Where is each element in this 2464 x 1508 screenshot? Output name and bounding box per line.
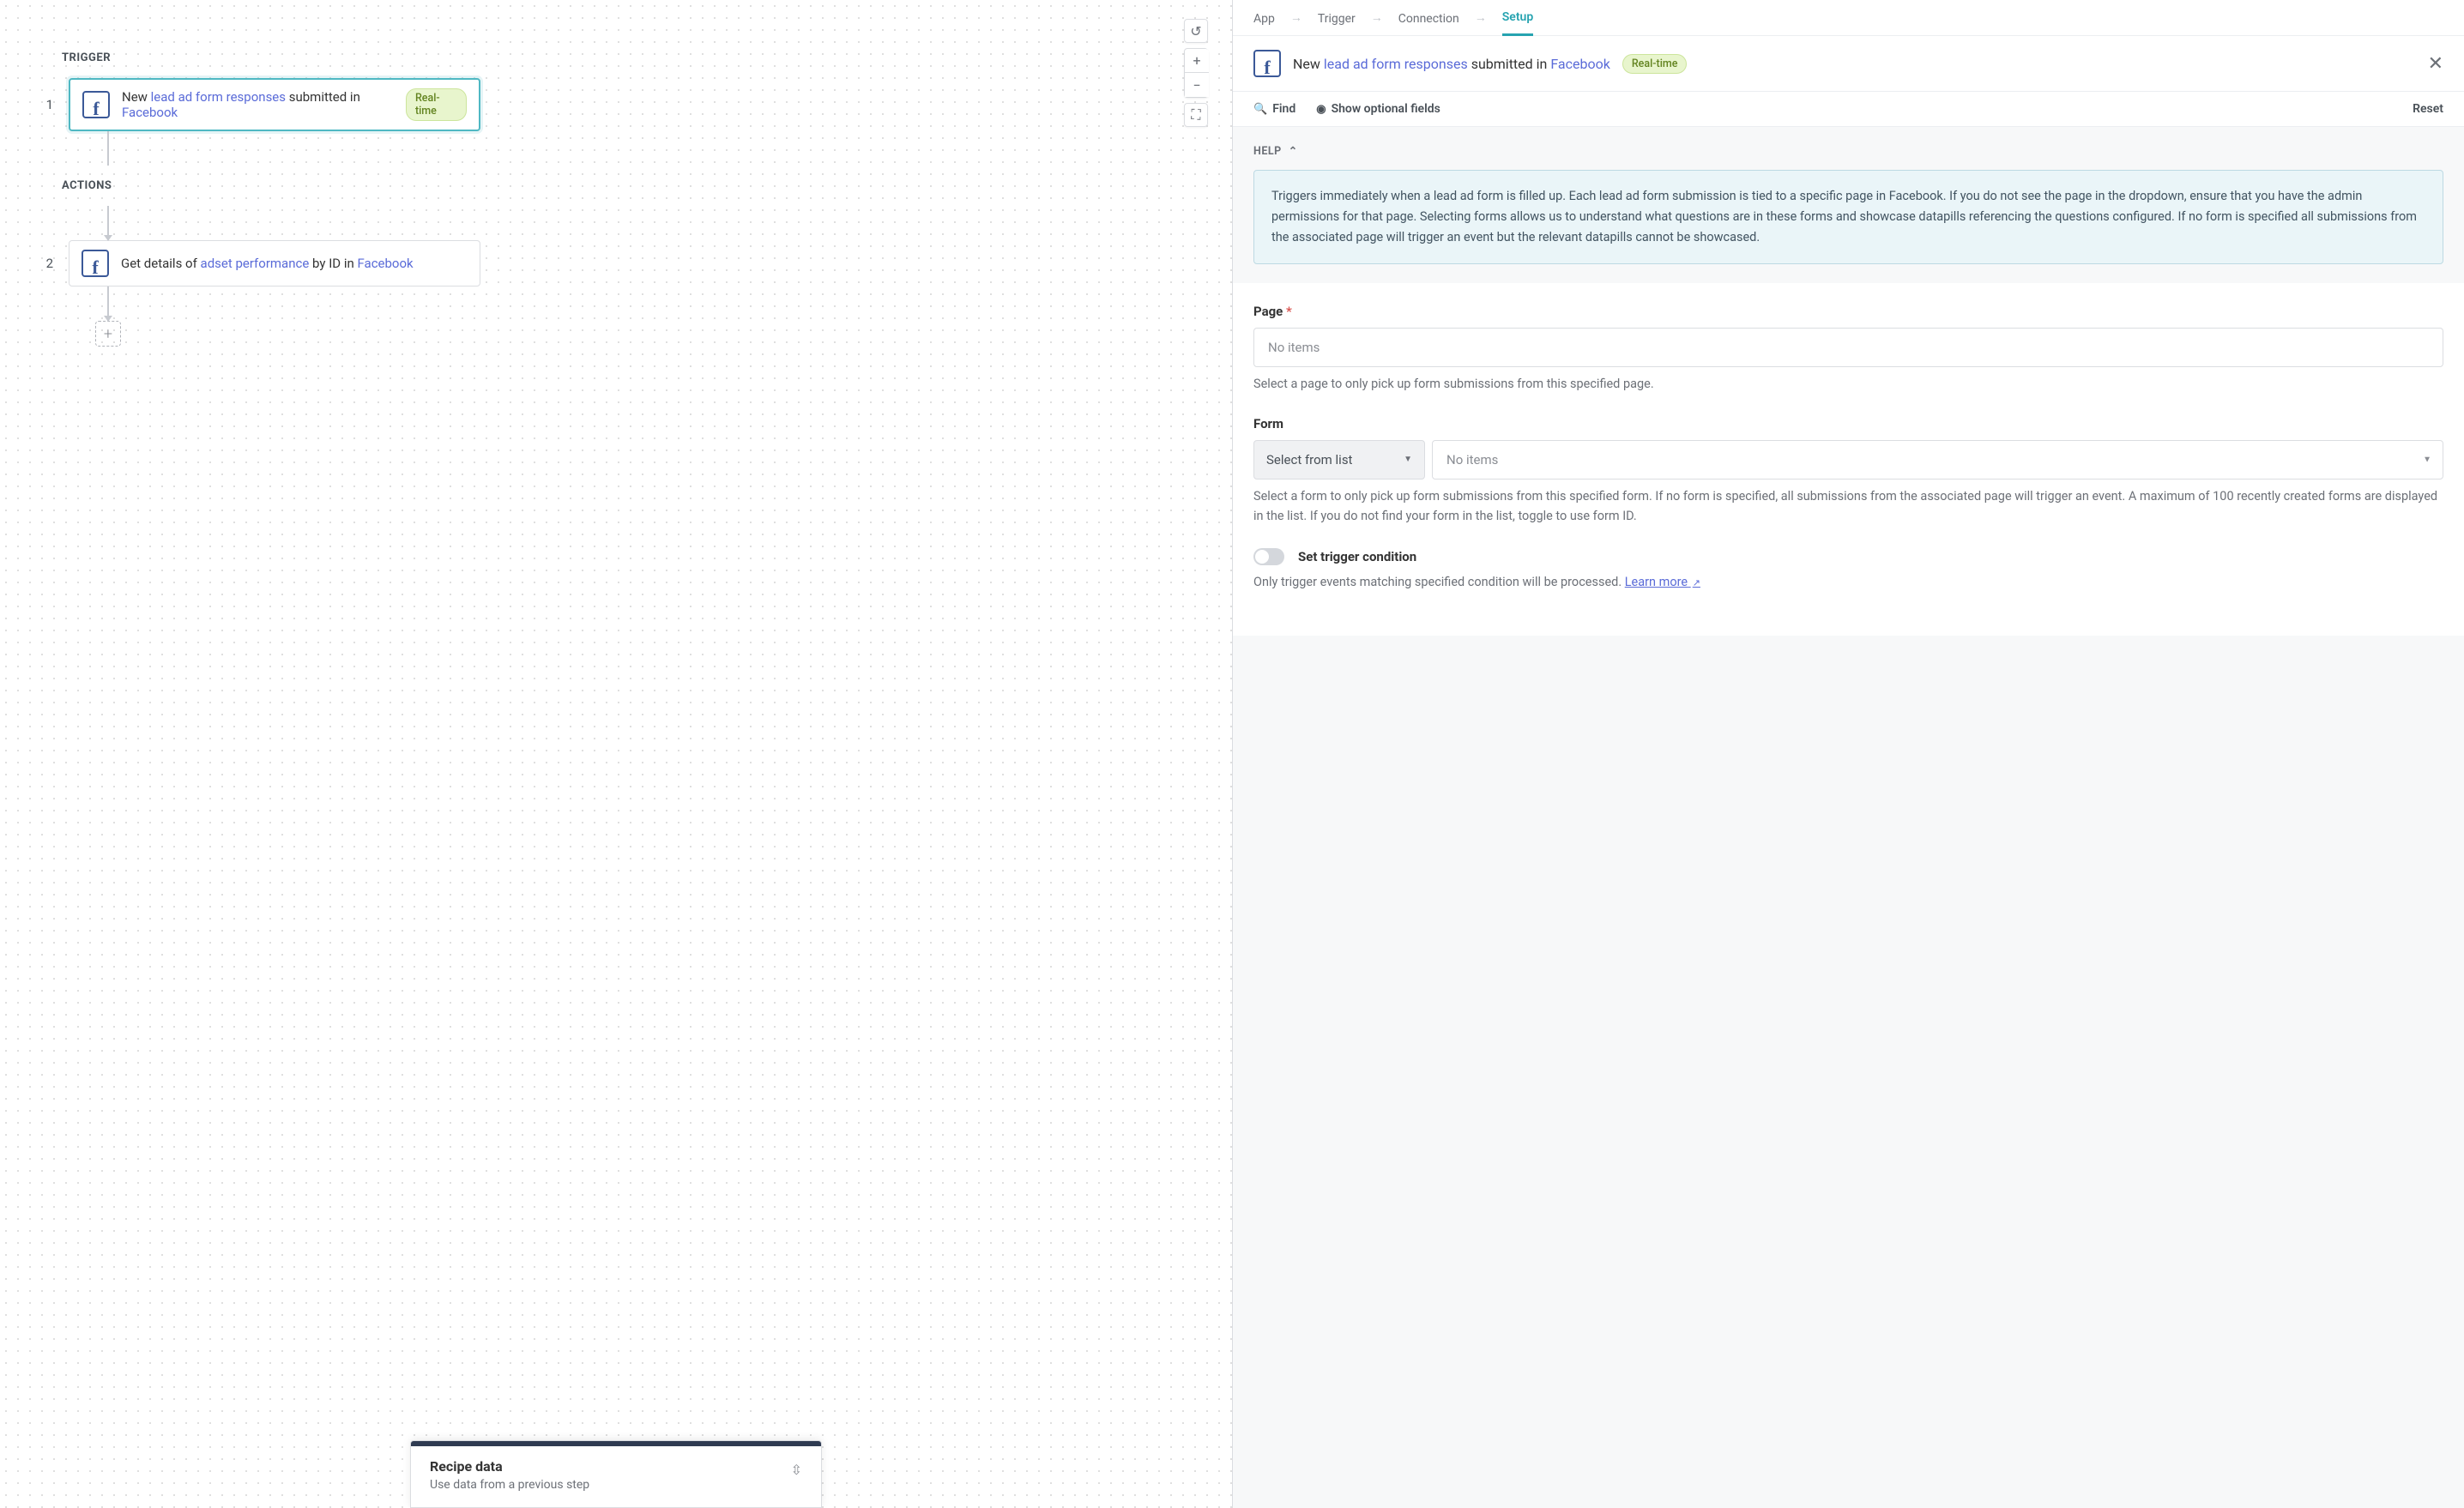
fit-screen-button[interactable]: ⛶ xyxy=(1184,103,1208,127)
tab-connection[interactable]: Connection xyxy=(1398,12,1459,35)
connector-arrow xyxy=(107,287,109,321)
recipe-data-title: Recipe data xyxy=(430,1458,589,1475)
arrow-icon: → xyxy=(1475,10,1487,25)
trigger-condition-toggle[interactable] xyxy=(1253,548,1284,565)
condition-help-text: Only trigger events matching specified c… xyxy=(1253,572,2443,592)
caret-down-icon: ▼ xyxy=(2423,455,2431,464)
form-dropdown[interactable]: No items xyxy=(1432,440,2443,480)
find-button[interactable]: 🔍 Find xyxy=(1253,102,1295,116)
external-link-icon: ↗ xyxy=(1693,577,1700,588)
breadcrumb-tabs: App → Trigger → Connection → Setup xyxy=(1233,0,2464,36)
caret-down-icon: ▼ xyxy=(1404,455,1412,464)
form-help-text: Select a form to only pick up form submi… xyxy=(1253,486,2443,526)
action-step-text: Get details of adset performance by ID i… xyxy=(121,256,414,271)
recipe-canvas: TRIGGER 1 f New lead ad form responses s… xyxy=(0,0,1232,1508)
arrow-icon: → xyxy=(1290,10,1302,25)
eye-icon: ◉ xyxy=(1316,103,1326,116)
trigger-condition-label: Set trigger condition xyxy=(1298,549,1416,564)
undo-icon: ↺ xyxy=(1190,23,1201,39)
actions-section-label: ACTIONS xyxy=(62,179,1189,192)
minus-icon: − xyxy=(1193,77,1200,93)
tab-trigger[interactable]: Trigger xyxy=(1318,12,1356,35)
realtime-badge: Real-time xyxy=(1622,54,1688,74)
help-text: Triggers immediately when a lead ad form… xyxy=(1253,170,2443,264)
form-field-label: Form xyxy=(1253,416,2443,431)
trigger-step-card[interactable]: f New lead ad form responses submitted i… xyxy=(69,78,480,131)
chevron-up-icon: ⌃ xyxy=(1289,144,1298,158)
plus-icon: + xyxy=(1193,52,1200,69)
arrow-icon: → xyxy=(1371,10,1383,25)
tab-app[interactable]: App xyxy=(1253,12,1275,35)
recipe-data-panel[interactable]: Recipe data Use data from a previous ste… xyxy=(410,1440,822,1508)
learn-more-link[interactable]: Learn more ↗ xyxy=(1625,575,1700,589)
close-icon: ✕ xyxy=(2428,53,2443,75)
facebook-icon: f xyxy=(1253,50,1281,77)
realtime-badge: Real-time xyxy=(406,88,467,121)
trigger-step-text: New lead ad form responses submitted in … xyxy=(122,89,394,120)
trigger-section-label: TRIGGER xyxy=(62,51,1189,64)
collapse-icon[interactable]: ⇳ xyxy=(791,1462,802,1478)
help-toggle[interactable]: HELP ⌃ xyxy=(1253,144,2443,158)
recipe-data-subtitle: Use data from a previous step xyxy=(430,1478,589,1492)
close-button[interactable]: ✕ xyxy=(2428,53,2443,75)
reset-button[interactable]: Reset xyxy=(2413,102,2443,116)
page-help-text: Select a page to only pick up form submi… xyxy=(1253,374,2443,394)
setup-panel: App → Trigger → Connection → Setup f New… xyxy=(1232,0,2464,1508)
facebook-icon: f xyxy=(82,250,109,277)
panel-title: New lead ad form responses submitted in … xyxy=(1293,56,1610,72)
tab-setup[interactable]: Setup xyxy=(1502,10,1533,36)
zoom-in-button[interactable]: + xyxy=(1185,49,1209,73)
page-field-label: Page * xyxy=(1253,304,2443,319)
search-icon: 🔍 xyxy=(1253,103,1267,116)
add-step-button[interactable]: + xyxy=(95,321,121,347)
zoom-out-button[interactable]: − xyxy=(1185,73,1209,97)
step-number-2: 2 xyxy=(43,256,53,271)
form-mode-select[interactable]: Select from list ▼ xyxy=(1253,440,1425,480)
step-number-1: 1 xyxy=(43,97,53,112)
facebook-icon: f xyxy=(82,91,110,118)
page-dropdown[interactable]: No items xyxy=(1253,328,2443,367)
action-step-card[interactable]: f Get details of adset performance by ID… xyxy=(69,240,480,287)
connector-line xyxy=(107,131,109,166)
undo-button[interactable]: ↺ xyxy=(1184,19,1208,43)
show-optional-button[interactable]: ◉ Show optional fields xyxy=(1316,102,1440,116)
connector-arrow xyxy=(107,206,109,240)
fit-icon: ⛶ xyxy=(1191,106,1200,124)
